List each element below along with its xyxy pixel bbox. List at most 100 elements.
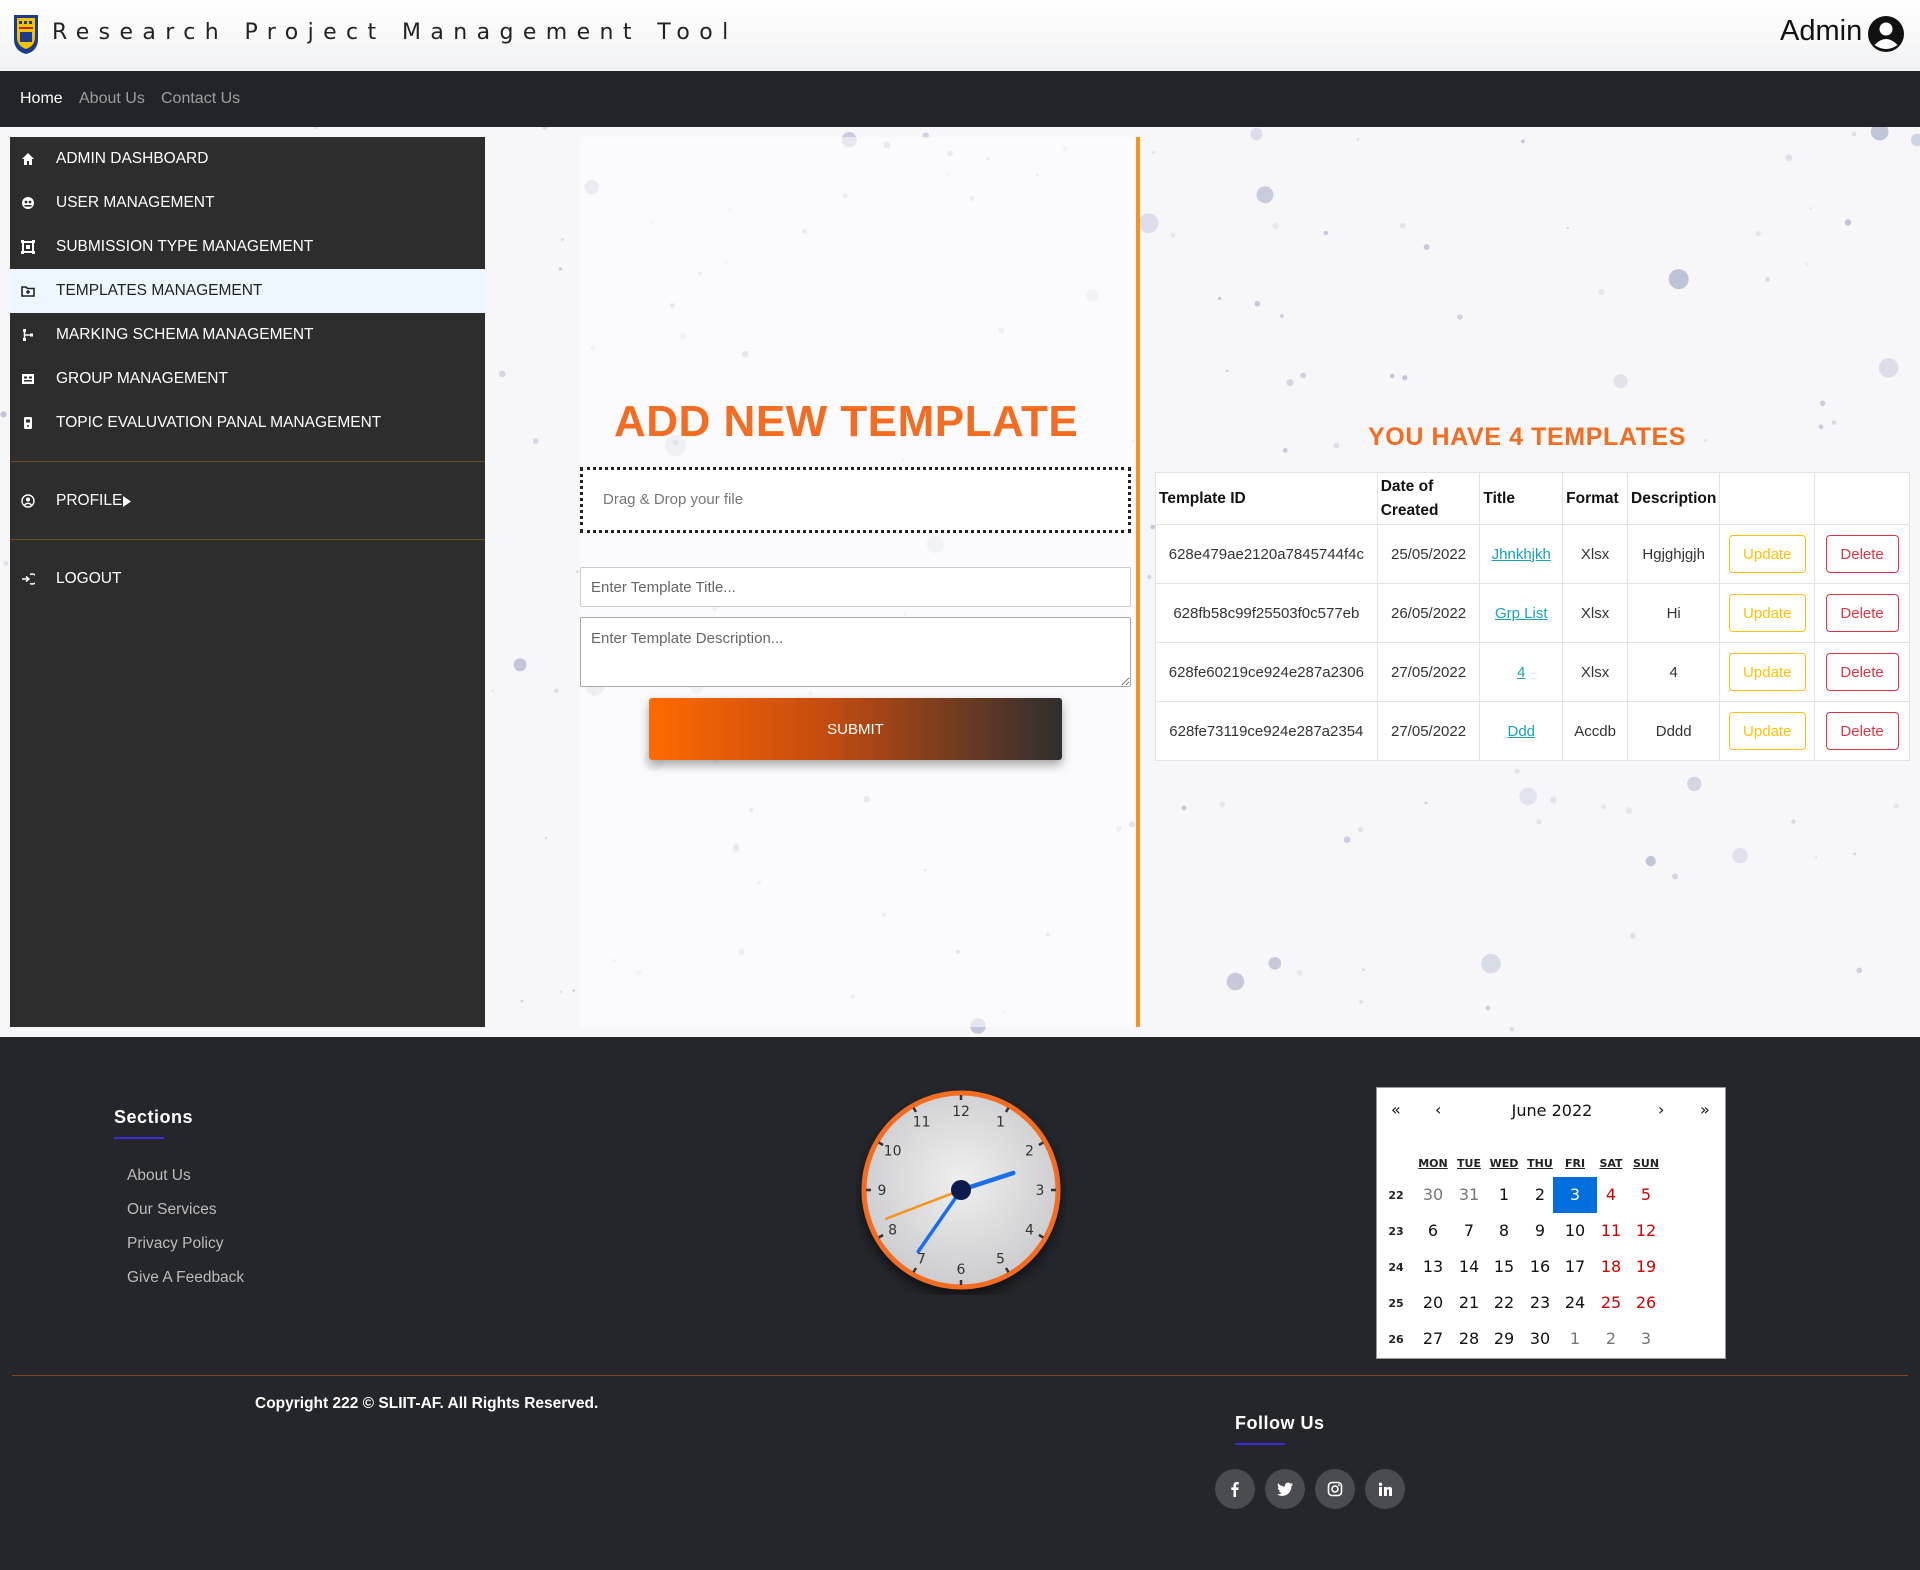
sidebar-item-label: LOGOUT (56, 570, 122, 587)
snow-dot (1170, 233, 1176, 238)
delete-button[interactable]: Delete (1825, 594, 1899, 632)
analog-clock: 121234567891011 (861, 1090, 1061, 1290)
sidebar-item-profile[interactable]: PROFILE (10, 479, 485, 523)
add-template-heading: ADD NEW TEMPLATE (614, 397, 1079, 446)
calendar-month-label[interactable]: June 2022 (1377, 1101, 1727, 1120)
file-dropzone[interactable]: Drag & Drop your file (580, 467, 1131, 533)
users-icon (22, 197, 34, 209)
delete-button[interactable]: Delete (1825, 712, 1899, 750)
title-link[interactable]: 4 (1517, 664, 1525, 681)
submission-icon (21, 240, 35, 254)
snow-dot (1514, 768, 1520, 774)
user-avatar-icon[interactable] (1867, 15, 1905, 53)
update-button[interactable]: Update (1728, 653, 1806, 691)
table-row: 628fb58c99f25503f0c577eb 26/05/2022 Grp Li… (1155, 583, 1910, 643)
group-icon (22, 374, 34, 384)
date-cell: 27/05/2022 (1376, 701, 1481, 761)
update-cell: Update (1719, 524, 1816, 584)
snow-dot (1672, 873, 1679, 880)
footer-link-services[interactable]: Our Services (127, 1201, 217, 1219)
snow-dot (1256, 186, 1274, 204)
snow-dot (1645, 856, 1656, 867)
snow-dot (1357, 826, 1364, 833)
main-navbar: Home About Us Contact Us (0, 71, 1920, 127)
calendar-widget: « ‹ June 2022 › » MON TUE WED THU FRI SAT SUN 2… (1376, 1087, 1726, 1359)
nav-contact-link[interactable]: Contact Us (161, 90, 240, 108)
sidebar-item-admin-dashboard[interactable]: ADMIN DASHBOARD (10, 137, 485, 181)
clock-number: 6 (957, 1262, 966, 1278)
sidebar-item-label: PROFILE (56, 492, 123, 509)
format-cell: Accdb (1562, 701, 1629, 761)
snow-dot (1399, 222, 1406, 229)
description-cell: Hgjghjgjh (1627, 524, 1721, 584)
footer-link-feedback[interactable]: Give A Feedback (127, 1269, 244, 1287)
snow-dot (572, 989, 575, 992)
linkedin-icon (1378, 1482, 1392, 1496)
snow-dot (1625, 807, 1633, 814)
snow-dot (1423, 244, 1430, 250)
clock-number: 1 (996, 1115, 1005, 1131)
footer-link-about[interactable]: About Us (127, 1167, 191, 1185)
update-button[interactable]: Update (1728, 712, 1806, 750)
calendar-week-number: 23 (1388, 1225, 1404, 1238)
clock-number: 11 (913, 1115, 931, 1131)
twitter-link[interactable] (1265, 1469, 1305, 1509)
delete-cell: Delete (1814, 642, 1910, 702)
sidebar-item-marking-schema[interactable]: MARKING SCHEMA MANAGEMENT (10, 313, 485, 357)
submit-button[interactable]: SUBMIT (649, 698, 1062, 760)
delete-button[interactable]: Delete (1825, 535, 1899, 573)
snow-dot (1226, 369, 1229, 372)
clock-number: 2 (1025, 1144, 1034, 1160)
snow-dot (1138, 213, 1159, 233)
update-button[interactable]: Update (1728, 535, 1806, 573)
snow-dot (1226, 972, 1245, 991)
snow-dot (1219, 801, 1226, 808)
snow-dot (1359, 1000, 1363, 1004)
clock-number: 10 (884, 1144, 902, 1160)
title-link[interactable]: Grp List (1495, 605, 1548, 622)
calendar-day[interactable]: 5 (1624, 1177, 1668, 1213)
nav-home-link[interactable]: Home (20, 90, 63, 108)
nav-about-link[interactable]: About Us (79, 90, 145, 108)
sidebar-item-label: MARKING SCHEMA MANAGEMENT (56, 326, 314, 343)
calendar-next-year-button[interactable]: » (1700, 1100, 1710, 1119)
calendar-day[interactable]: 26 (1624, 1285, 1668, 1321)
sidebar-item-submission-type[interactable]: SUBMISSION TYPE MANAGEMENT (10, 225, 485, 269)
column-header (1814, 472, 1910, 525)
column-header: Date of Created (1376, 472, 1481, 525)
sidebar-item-topic-evaluation[interactable]: TOPIC EVALUVATION PANAL MANAGEMENT (10, 401, 485, 445)
calendar-day[interactable]: 3 (1624, 1321, 1668, 1357)
snow-dot (1333, 442, 1340, 449)
sidebar-item-group-management[interactable]: GROUP MANAGEMENT (10, 357, 485, 401)
title-link[interactable]: Ddd (1508, 723, 1536, 740)
sidebar-item-label: TOPIC EVALUVATION PANAL MANAGEMENT (56, 414, 382, 431)
snow-dot (1549, 796, 1557, 804)
description-cell: 4 (1627, 642, 1721, 702)
update-button[interactable]: Update (1728, 594, 1806, 632)
sidebar-item-user-management[interactable]: USER MANAGEMENT (10, 181, 485, 225)
delete-button[interactable]: Delete (1825, 653, 1899, 691)
calendar-next-month-button[interactable]: › (1658, 1100, 1664, 1119)
title-link[interactable]: Jhnkhjkh (1492, 546, 1551, 563)
snow-dot (1755, 231, 1761, 237)
template-description-input[interactable] (580, 617, 1131, 687)
date-cell: 26/05/2022 (1376, 583, 1481, 643)
title-cell: 4 (1479, 642, 1564, 702)
snow-dot (1893, 803, 1899, 809)
follow-us-heading: Follow Us (1235, 1413, 1325, 1433)
delete-cell: Delete (1814, 583, 1910, 643)
snow-dot (1280, 314, 1284, 318)
snow-dot (1785, 154, 1793, 162)
snow-dot (1809, 207, 1813, 210)
sidebar-item-logout[interactable]: LOGOUT (10, 557, 485, 601)
footer-link-privacy[interactable]: Privacy Policy (127, 1235, 223, 1253)
sidebar-item-templates[interactable]: TEMPLATES MANAGEMENT (10, 269, 485, 313)
calendar-day[interactable]: 12 (1624, 1213, 1668, 1249)
snow-dot (558, 267, 563, 271)
heading-underline (114, 1137, 164, 1139)
instagram-link[interactable] (1315, 1469, 1355, 1509)
calendar-day[interactable]: 19 (1624, 1249, 1668, 1285)
template-title-input[interactable] (580, 567, 1131, 607)
facebook-link[interactable] (1215, 1469, 1255, 1509)
linkedin-link[interactable] (1365, 1469, 1405, 1509)
